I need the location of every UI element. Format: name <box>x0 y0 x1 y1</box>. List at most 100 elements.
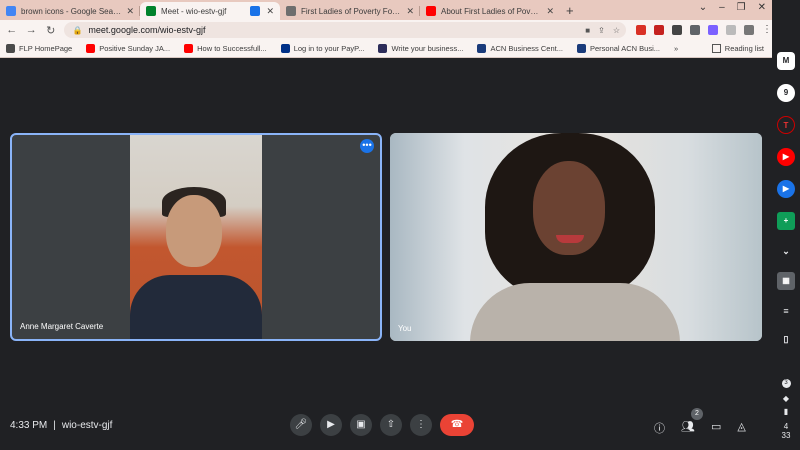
separator: | <box>53 420 56 431</box>
mic-icon: 🎤︎ <box>294 419 308 430</box>
phone-hub-icon[interactable]: ▯ <box>779 332 793 346</box>
bookmark-item[interactable]: Personal ACN Busi... <box>576 44 660 53</box>
wikipedia-extension-icon[interactable] <box>672 25 682 35</box>
meet-stage: ••• Anne Margaret Caverte You 4:33 PM | … <box>0 58 772 450</box>
paypal-favicon-icon <box>280 44 290 53</box>
info-icon[interactable]: ⓘ <box>654 420 665 436</box>
tab-title: Meet - wio-estv-gjf <box>161 6 227 16</box>
people-icon[interactable]: 👥︎ <box>681 420 695 436</box>
os-shelf: M 9 T ▶ ▶ + ⌄ ▦ ≡ ▯ 3 ◆ ▮ 4 33 <box>772 0 800 450</box>
bookmark-item[interactable]: Write your business... <box>378 44 463 53</box>
hangup-icon: ☎ <box>450 419 464 430</box>
tab-strip: brown icons - Google Search ✕ Meet - wio… <box>0 0 772 20</box>
captions-button[interactable]: ▣ <box>350 414 372 436</box>
tab-flp-foundation[interactable]: First Ladies of Poverty Foundatio ✕ <box>280 2 420 20</box>
sheets-app-icon[interactable]: + <box>777 212 795 230</box>
activities-icon[interactable]: ◬ <box>737 420 745 436</box>
youtube-app-icon[interactable]: ▶ <box>777 148 795 166</box>
meeting-details: 4:33 PM | wio-estv-gjf <box>10 420 112 431</box>
close-window-icon[interactable]: ✕ <box>758 2 766 13</box>
browser-toolbar: ← → ↻ 🔒 meet.google.com/wio-estv-gjf ■ ⇪… <box>0 20 772 40</box>
youtube-favicon-icon <box>426 6 436 16</box>
playlist-icon[interactable]: ≡ <box>779 304 793 318</box>
extension-icon[interactable] <box>690 25 700 35</box>
more-options-icon[interactable]: ••• <box>360 139 374 153</box>
more-bookmarks-button[interactable]: » <box>674 44 678 53</box>
more-options-button[interactable]: ⋮ <box>410 414 432 436</box>
self-name: You <box>398 324 412 333</box>
self-video <box>390 133 762 341</box>
bookmark-item[interactable]: Positive Sunday JA... <box>86 44 170 53</box>
back-arrow-icon[interactable]: ← <box>4 24 19 36</box>
tab-about-flp[interactable]: About First Ladies of Poverty Fo ✕ <box>420 2 560 20</box>
tab-search-icon[interactable]: ⌄ <box>699 2 707 13</box>
clock-minute: 33 <box>781 431 791 440</box>
chat-icon[interactable]: ▭ <box>711 420 721 436</box>
tab-google-search[interactable]: brown icons - Google Search ✕ <box>0 2 140 20</box>
meeting-time: 4:33 PM <box>10 420 48 431</box>
hangup-button[interactable]: ☎ <box>440 414 474 436</box>
tab-title: First Ladies of Poverty Foundatio <box>301 6 402 16</box>
play-store-icon[interactable]: ▶ <box>777 180 795 198</box>
lock-icon[interactable]: 🔒 <box>72 26 82 35</box>
tab-meet[interactable]: Meet - wio-estv-gjf ✕ <box>140 2 280 20</box>
reading-list-button[interactable]: Reading list <box>711 44 764 53</box>
extension-icon[interactable] <box>708 25 718 35</box>
close-tab-icon[interactable]: ✕ <box>546 6 554 17</box>
call-controls: 🎤︎ ▶ ▣ ⇧ ⋮ ☎ <box>290 414 474 436</box>
restore-icon[interactable]: ❐ <box>737 2 746 13</box>
app-icon[interactable]: 9 <box>777 84 795 102</box>
clock-hour: 4 <box>783 422 789 431</box>
site-favicon-icon <box>286 6 296 16</box>
url-text: meet.google.com/wio-estv-gjf <box>88 25 206 35</box>
app-icon[interactable]: T <box>777 116 795 134</box>
present-button[interactable]: ⇧ <box>380 414 402 436</box>
app-icon[interactable]: ▦ <box>777 272 795 290</box>
meet-favicon-icon <box>146 6 156 16</box>
forward-arrow-icon[interactable]: → <box>23 24 38 36</box>
extensions-puzzle-icon[interactable] <box>744 25 754 35</box>
reading-list-icon <box>711 44 721 53</box>
meet-control-bar: 4:33 PM | wio-estv-gjf 🎤︎ ▶ ▣ ⇧ ⋮ ☎ ⓘ 👥︎… <box>0 408 772 446</box>
bookmark-item[interactable]: ACN Business Cent... <box>477 44 563 53</box>
close-tab-icon[interactable]: ✕ <box>126 6 134 17</box>
chevron-down-icon[interactable]: ⌄ <box>779 244 793 258</box>
minimize-icon[interactable]: – <box>719 2 725 13</box>
participant-name: Anne Margaret Caverte <box>20 322 104 331</box>
bookmark-item[interactable]: FLP HomePage <box>6 44 72 53</box>
new-tab-button[interactable]: + <box>566 2 574 20</box>
bookmark-item[interactable]: Log in to your PayP... <box>280 44 364 53</box>
participant-tile[interactable]: ••• Anne Margaret Caverte <box>10 133 382 341</box>
bookmark-favicon-icon <box>378 44 388 53</box>
bookmark-item[interactable]: How to Successfull... <box>184 44 267 53</box>
captions-icon: ▣ <box>356 419 366 430</box>
youtube-favicon-icon <box>86 44 96 53</box>
kebab-menu-icon[interactable]: ⋮ <box>762 25 772 35</box>
google-favicon-icon <box>6 6 16 16</box>
reload-icon[interactable]: ↻ <box>43 24 58 37</box>
self-tile[interactable]: You <box>390 133 762 341</box>
address-bar[interactable]: 🔒 meet.google.com/wio-estv-gjf ■ ⇪ ☆ <box>64 22 626 38</box>
bookmarks-bar: FLP HomePage Positive Sunday JA... How t… <box>0 40 772 58</box>
more-vert-icon: ⋮ <box>416 419 426 430</box>
close-tab-icon[interactable]: ✕ <box>406 6 414 17</box>
extension-icon[interactable] <box>654 25 664 35</box>
app-launcher-icon[interactable]: M <box>777 52 795 70</box>
meeting-tools: ⓘ 👥︎ ▭ ◬ <box>654 420 746 436</box>
extensions-area: ⋮ <box>636 25 772 35</box>
tab-title: brown icons - Google Search <box>21 6 123 16</box>
youtube-favicon-icon <box>184 44 194 53</box>
camera-indicator-icon <box>250 6 261 16</box>
acn-favicon-icon <box>477 44 487 53</box>
bookmark-favicon-icon <box>6 44 15 53</box>
close-tab-icon[interactable]: ✕ <box>266 6 274 17</box>
bookmark-star-icon[interactable]: ☆ <box>613 26 620 35</box>
notification-count: 3 <box>781 379 791 388</box>
extension-icon[interactable] <box>726 25 736 35</box>
camera-button[interactable]: ▶ <box>320 414 342 436</box>
system-tray[interactable]: 3 ◆ ▮ 4 33 <box>781 379 791 440</box>
mic-button[interactable]: 🎤︎ <box>290 414 312 436</box>
camera-in-use-icon[interactable]: ■ <box>585 26 590 35</box>
share-icon[interactable]: ⇪ <box>598 26 605 35</box>
acrobat-extension-icon[interactable] <box>636 25 646 35</box>
